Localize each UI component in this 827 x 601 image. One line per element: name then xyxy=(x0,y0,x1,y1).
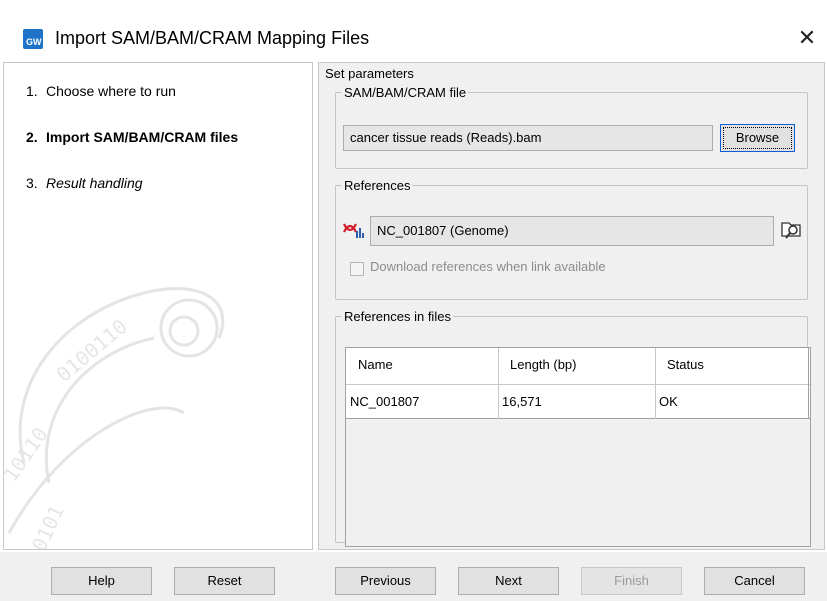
finish-button: Finish xyxy=(581,567,682,595)
set-parameters-heading: Set parameters xyxy=(325,66,414,81)
file-group: SAM/BAM/CRAM file cancer tissue reads (R… xyxy=(335,85,808,169)
browse-button[interactable]: Browse xyxy=(720,124,795,152)
reference-genome-field[interactable]: NC_001807 (Genome) xyxy=(370,216,774,246)
parameters-panel: Set parameters SAM/BAM/CRAM file cancer … xyxy=(318,62,825,550)
step-choose-where-to-run: 1. Choose where to run xyxy=(26,83,176,99)
dialog-footer: Help Reset Previous Next Finish Cancel xyxy=(0,552,827,601)
cell-status: OK xyxy=(659,394,678,409)
references-in-files-legend: References in files xyxy=(344,309,451,324)
close-icon[interactable]: ✕ xyxy=(793,24,821,52)
download-references-label: Download references when link available xyxy=(370,259,606,274)
wizard-steps-panel: 1. Choose where to run 2. Import SAM/BAM/C… xyxy=(3,62,313,550)
column-header-length[interactable]: Length (bp) xyxy=(498,348,655,384)
column-divider xyxy=(808,348,809,419)
column-divider xyxy=(498,348,499,419)
previous-button[interactable]: Previous xyxy=(335,567,436,595)
step-result-handling: 3. Result handling xyxy=(26,175,143,191)
browse-folder-icon[interactable] xyxy=(780,218,804,240)
references-group: References NC_001807 (Genome) Download r… xyxy=(335,178,808,300)
app-icon: GW xyxy=(23,29,43,49)
title-bar: GW Import SAM/BAM/CRAM Mapping Files ✕ xyxy=(0,0,827,58)
column-header-name[interactable]: Name xyxy=(346,348,498,384)
window-title: Import SAM/BAM/CRAM Mapping Files xyxy=(55,28,370,48)
cancel-button[interactable]: Cancel xyxy=(704,567,805,595)
column-header-status[interactable]: Status xyxy=(655,348,810,384)
genome-icon xyxy=(343,223,364,238)
cell-name: NC_001807 xyxy=(350,394,420,409)
next-button[interactable]: Next xyxy=(458,567,559,595)
help-button[interactable]: Help xyxy=(51,567,152,595)
binary-swirl-watermark-icon: 0100110 10110 0101 xyxy=(4,287,225,550)
file-group-legend: SAM/BAM/CRAM file xyxy=(344,85,467,100)
reset-button[interactable]: Reset xyxy=(174,567,275,595)
column-divider xyxy=(655,348,656,419)
step-import-files: 2. Import SAM/BAM/CRAM files xyxy=(26,129,239,145)
download-references-checkbox[interactable] xyxy=(350,262,364,276)
table-header: Name Length (bp) Status xyxy=(346,348,810,384)
table-row[interactable]: NC_001807 16,571 OK xyxy=(346,384,810,419)
file-path-field[interactable]: cancer tissue reads (Reads).bam xyxy=(343,125,713,151)
references-table: Name Length (bp) Status NC_001807 16,571… xyxy=(345,347,811,547)
svg-text:0101: 0101 xyxy=(27,501,69,550)
references-in-files-group: References in files Name Length (bp) Sta… xyxy=(335,309,811,547)
cell-length: 16,571 xyxy=(502,394,542,409)
references-legend: References xyxy=(344,178,411,193)
